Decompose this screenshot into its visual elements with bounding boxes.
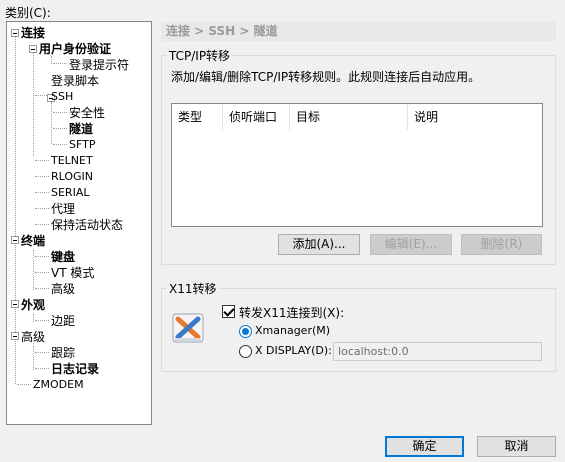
category-label: 类别(C): bbox=[5, 6, 51, 20]
tree-item-appearance[interactable]: 外观 bbox=[21, 298, 45, 312]
column-header-description[interactable]: 说明 bbox=[408, 104, 542, 130]
collapse-icon[interactable] bbox=[29, 45, 37, 53]
tree-item-auth[interactable]: 用户身份验证 bbox=[39, 42, 111, 56]
tree-item-zmodem[interactable]: ZMODEM bbox=[33, 378, 84, 392]
tree-item-vt-mode[interactable]: VT 模式 bbox=[51, 266, 94, 280]
tree-item-advanced[interactable]: 高级 bbox=[21, 330, 45, 344]
tree-item-trace[interactable]: 跟踪 bbox=[51, 346, 75, 360]
tree-item-login-prompt[interactable]: 登录提示符 bbox=[69, 58, 129, 72]
xdisplay-radio[interactable] bbox=[239, 345, 252, 358]
forward-x11-checkbox[interactable] bbox=[222, 305, 235, 318]
forward-x11-label[interactable]: 转发X11连接到(X): bbox=[239, 304, 344, 321]
tree-item-connection[interactable]: 连接 bbox=[21, 26, 45, 40]
tcpip-description: 添加/编辑/删除TCP/IP转移规则。此规则连接后自动应用。 bbox=[171, 70, 481, 84]
tree-item-keepalive[interactable]: 保持活动状态 bbox=[51, 218, 123, 232]
tree-item-login-script[interactable]: 登录脚本 bbox=[51, 74, 99, 88]
tree-item-telnet[interactable]: TELNET bbox=[51, 154, 93, 168]
xmanager-label[interactable]: Xmanager(M) bbox=[255, 324, 330, 337]
tree-item-keyboard[interactable]: 键盘 bbox=[51, 250, 75, 264]
delete-button[interactable]: 删除(R) bbox=[461, 234, 542, 255]
tree-item-security[interactable]: 安全性 bbox=[69, 106, 105, 120]
xmanager-radio[interactable] bbox=[239, 325, 252, 338]
cancel-button[interactable]: 取消 bbox=[477, 436, 556, 457]
collapse-icon[interactable] bbox=[11, 236, 19, 244]
forwarding-rules-list[interactable]: 类型 侦听端口 目标 说明 bbox=[171, 103, 543, 227]
tree-item-terminal[interactable]: 终端 bbox=[21, 234, 45, 248]
ok-button[interactable]: 确定 bbox=[385, 436, 464, 457]
xdisplay-label[interactable]: X DISPLAY(D): bbox=[255, 344, 332, 357]
tree-item-margin[interactable]: 边距 bbox=[51, 314, 75, 328]
tree-item-logging[interactable]: 日志记录 bbox=[51, 362, 99, 376]
column-header-listen-port[interactable]: 侦听端口 bbox=[223, 104, 290, 130]
add-button[interactable]: 添加(A)... bbox=[278, 234, 360, 255]
tree-item-serial[interactable]: SERIAL bbox=[51, 186, 89, 200]
column-header-type[interactable]: 类型 bbox=[172, 104, 223, 130]
tree-item-ssh[interactable]: SSH bbox=[51, 90, 73, 104]
tree-item-terminal-advanced[interactable]: 高级 bbox=[51, 282, 75, 296]
breadcrumb: 连接 > SSH > 隧道 bbox=[161, 22, 556, 41]
tree-item-proxy[interactable]: 代理 bbox=[51, 202, 75, 216]
collapse-icon[interactable] bbox=[11, 300, 19, 308]
collapse-icon[interactable] bbox=[11, 29, 19, 37]
tree-item-sftp[interactable]: SFTP bbox=[69, 138, 95, 152]
tree-item-rlogin[interactable]: RLOGIN bbox=[51, 170, 93, 184]
collapse-icon[interactable] bbox=[11, 332, 19, 340]
edit-button[interactable]: 编辑(E)... bbox=[370, 234, 452, 255]
category-tree[interactable]: 连接 用户身份验证 登录提示符 登录脚本 SSH 安全性 隧道 SFTP TEL… bbox=[6, 21, 152, 425]
xdisplay-input[interactable]: localhost:0.0 bbox=[333, 342, 542, 361]
tcpip-group-title: TCP/IP转移 bbox=[167, 47, 233, 64]
column-header-destination[interactable]: 目标 bbox=[290, 104, 408, 130]
x11-group-title: X11转移 bbox=[167, 280, 219, 297]
tree-item-tunnel[interactable]: 隧道 bbox=[69, 122, 93, 136]
x11-icon bbox=[172, 312, 204, 344]
